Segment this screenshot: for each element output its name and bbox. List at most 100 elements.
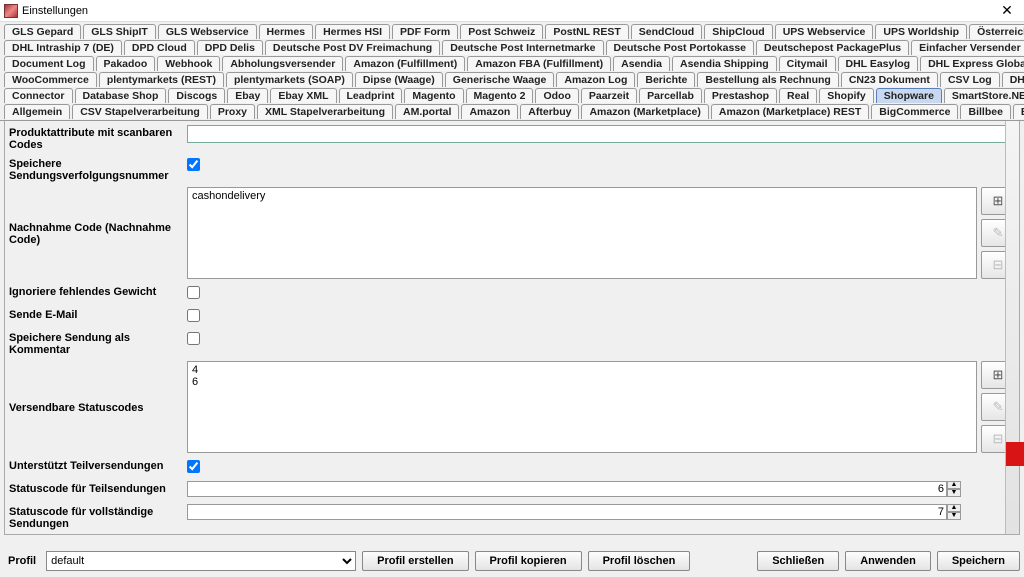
- tab-pakadoo[interactable]: Pakadoo: [96, 56, 156, 71]
- tab-discogs[interactable]: Discogs: [168, 88, 225, 103]
- spinner-up-icon[interactable]: ▲: [947, 504, 961, 512]
- tab-gls-shipit[interactable]: GLS ShipIT: [83, 24, 156, 39]
- tab--sterreichische-post[interactable]: Österreichische Post: [969, 24, 1024, 39]
- delete-profile-button[interactable]: Profil löschen: [588, 551, 691, 571]
- tab-dpd-delis[interactable]: DPD Delis: [197, 40, 263, 55]
- checkbox-ignore-weight[interactable]: [187, 286, 200, 299]
- tab-bricklink[interactable]: Bricklink: [1013, 104, 1024, 119]
- tab-ups-worldship[interactable]: UPS Worldship: [875, 24, 967, 39]
- tab-xml-stapelverarbeitung[interactable]: XML Stapelverarbeitung: [257, 104, 393, 119]
- tab-am-portal[interactable]: AM.portal: [395, 104, 459, 119]
- apply-button[interactable]: Anwenden: [845, 551, 931, 571]
- tab-gls-webservice[interactable]: GLS Webservice: [158, 24, 257, 39]
- close-icon[interactable]: ✕: [994, 2, 1020, 20]
- copy-profile-button[interactable]: Profil kopieren: [475, 551, 582, 571]
- tab-shopware[interactable]: Shopware: [876, 88, 942, 103]
- tab-plentymarkets-rest-[interactable]: plentymarkets (REST): [99, 72, 224, 87]
- tab-allgemein[interactable]: Allgemein: [4, 104, 70, 119]
- tab-csv-stapelverarbeitung[interactable]: CSV Stapelverarbeitung: [72, 104, 208, 119]
- checkbox-supports-partial[interactable]: [187, 460, 200, 473]
- tab-database-shop[interactable]: Database Shop: [75, 88, 167, 103]
- tab-abholungsversender[interactable]: Abholungsversender: [222, 56, 343, 71]
- listbox-cod-code[interactable]: cashondelivery: [187, 187, 977, 279]
- select-profile[interactable]: default: [46, 551, 356, 571]
- tab-shopify[interactable]: Shopify: [819, 88, 874, 103]
- tab-ebay-xml[interactable]: Ebay XML: [270, 88, 336, 103]
- tab-parcellab[interactable]: Parcellab: [639, 88, 702, 103]
- tab-amazon-marketplace-[interactable]: Amazon (Marketplace): [581, 104, 708, 119]
- spinner-down-icon[interactable]: ▼: [947, 489, 961, 497]
- spinner-partial-status[interactable]: [187, 481, 947, 497]
- tab-afterbuy[interactable]: Afterbuy: [520, 104, 579, 119]
- tab-postnl-rest[interactable]: PostNL REST: [545, 24, 628, 39]
- tab-paarzeit[interactable]: Paarzeit: [581, 88, 637, 103]
- label-ignore-weight: Ignoriere fehlendes Gewicht: [9, 284, 187, 298]
- tab-odoo[interactable]: Odoo: [535, 88, 578, 103]
- close-button[interactable]: Schließen: [757, 551, 839, 571]
- checkbox-save-as-comment[interactable]: [187, 332, 200, 345]
- tab-real[interactable]: Real: [779, 88, 817, 103]
- tab-einfacher-versender[interactable]: Einfacher Versender: [911, 40, 1024, 55]
- tab-leadprint[interactable]: Leadprint: [339, 88, 403, 103]
- tab-asendia-shipping[interactable]: Asendia Shipping: [672, 56, 777, 71]
- tab-generische-waage[interactable]: Generische Waage: [445, 72, 555, 87]
- tab-dhl-express-global-ws[interactable]: DHL Express Global WS: [920, 56, 1024, 71]
- tab-amazon-marketplace-rest[interactable]: Amazon (Marketplace) REST: [711, 104, 869, 119]
- tab-smartstore-net[interactable]: SmartStore.NET: [944, 88, 1024, 103]
- tab-dhl-easylog[interactable]: DHL Easylog: [838, 56, 919, 71]
- tab-proxy[interactable]: Proxy: [210, 104, 255, 119]
- tab-deutsche-post-dv-freimachung[interactable]: Deutsche Post DV Freimachung: [265, 40, 440, 55]
- input-product-attributes[interactable]: [187, 125, 1015, 143]
- spinner-down-icon[interactable]: ▼: [947, 512, 961, 520]
- listbox-shippable-status[interactable]: 4 6: [187, 361, 977, 453]
- tab-post-schweiz[interactable]: Post Schweiz: [460, 24, 543, 39]
- tab-deutsche-post-portokasse[interactable]: Deutsche Post Portokasse: [606, 40, 754, 55]
- tab-dipse-waage-[interactable]: Dipse (Waage): [355, 72, 443, 87]
- tab-woocommerce[interactable]: WooCommerce: [4, 72, 97, 87]
- label-cod-code: Nachnahme Code (Nachnahme Code): [9, 220, 187, 246]
- tab-citymail[interactable]: Citymail: [779, 56, 836, 71]
- tab-berichte[interactable]: Berichte: [637, 72, 695, 87]
- tab-amazon-log[interactable]: Amazon Log: [556, 72, 635, 87]
- tab-prestashop[interactable]: Prestashop: [704, 88, 777, 103]
- create-profile-button[interactable]: Profil erstellen: [362, 551, 468, 571]
- tab-ebay[interactable]: Ebay: [227, 88, 268, 103]
- tab-magento-2[interactable]: Magento 2: [466, 88, 534, 103]
- tab-billbee[interactable]: Billbee: [960, 104, 1010, 119]
- tab-deutsche-post-internetmarke[interactable]: Deutsche Post Internetmarke: [442, 40, 603, 55]
- tab-dpd-cloud[interactable]: DPD Cloud: [124, 40, 195, 55]
- tab-amazon-fba-fulfillment-[interactable]: Amazon FBA (Fulfillment): [467, 56, 611, 71]
- spinner-up-icon[interactable]: ▲: [947, 481, 961, 489]
- tab-bigcommerce[interactable]: BigCommerce: [871, 104, 958, 119]
- window-titlebar: Einstellungen ✕: [0, 0, 1024, 22]
- vertical-scrollbar[interactable]: [1005, 121, 1019, 534]
- checkbox-save-tracking[interactable]: [187, 158, 200, 171]
- tab-csv-log[interactable]: CSV Log: [940, 72, 1000, 87]
- tab-asendia[interactable]: Asendia: [613, 56, 670, 71]
- tab-sendcloud[interactable]: SendCloud: [631, 24, 702, 39]
- tab-gls-gepard[interactable]: GLS Gepard: [4, 24, 81, 39]
- tab-shipcloud[interactable]: ShipCloud: [704, 24, 773, 39]
- tab-dhl-intraship-7-de-[interactable]: DHL Intraship 7 (DE): [4, 40, 122, 55]
- tab-magento[interactable]: Magento: [404, 88, 463, 103]
- tab-ups-webservice[interactable]: UPS Webservice: [775, 24, 874, 39]
- app-icon: [4, 4, 18, 18]
- tab-webhook[interactable]: Webhook: [157, 56, 220, 71]
- tab-cn23-dokument[interactable]: CN23 Dokument: [841, 72, 938, 87]
- tab-hermes[interactable]: Hermes: [259, 24, 314, 39]
- tab-bestellung-als-rechnung[interactable]: Bestellung als Rechnung: [697, 72, 838, 87]
- tab-document-log[interactable]: Document Log: [4, 56, 94, 71]
- tab-amazon-fulfillment-[interactable]: Amazon (Fulfillment): [345, 56, 465, 71]
- tab-pdf-form[interactable]: PDF Form: [392, 24, 458, 39]
- spinner-full-status[interactable]: [187, 504, 947, 520]
- tab-hermes-hsi[interactable]: Hermes HSI: [315, 24, 390, 39]
- tab-deutschepost-packageplus[interactable]: Deutschepost PackagePlus: [756, 40, 909, 55]
- tab-plentymarkets-soap-[interactable]: plentymarkets (SOAP): [226, 72, 353, 87]
- tab-connector[interactable]: Connector: [4, 88, 73, 103]
- tab-amazon[interactable]: Amazon: [461, 104, 518, 119]
- label-shippable-status: Versendbare Statuscodes: [9, 400, 187, 414]
- save-button[interactable]: Speichern: [937, 551, 1020, 571]
- checkbox-send-email[interactable]: [187, 309, 200, 322]
- settings-panel: Produktattribute mit scanbaren Codes Spe…: [4, 121, 1020, 535]
- tab-dhl-retoure[interactable]: DHL Retoure: [1002, 72, 1024, 87]
